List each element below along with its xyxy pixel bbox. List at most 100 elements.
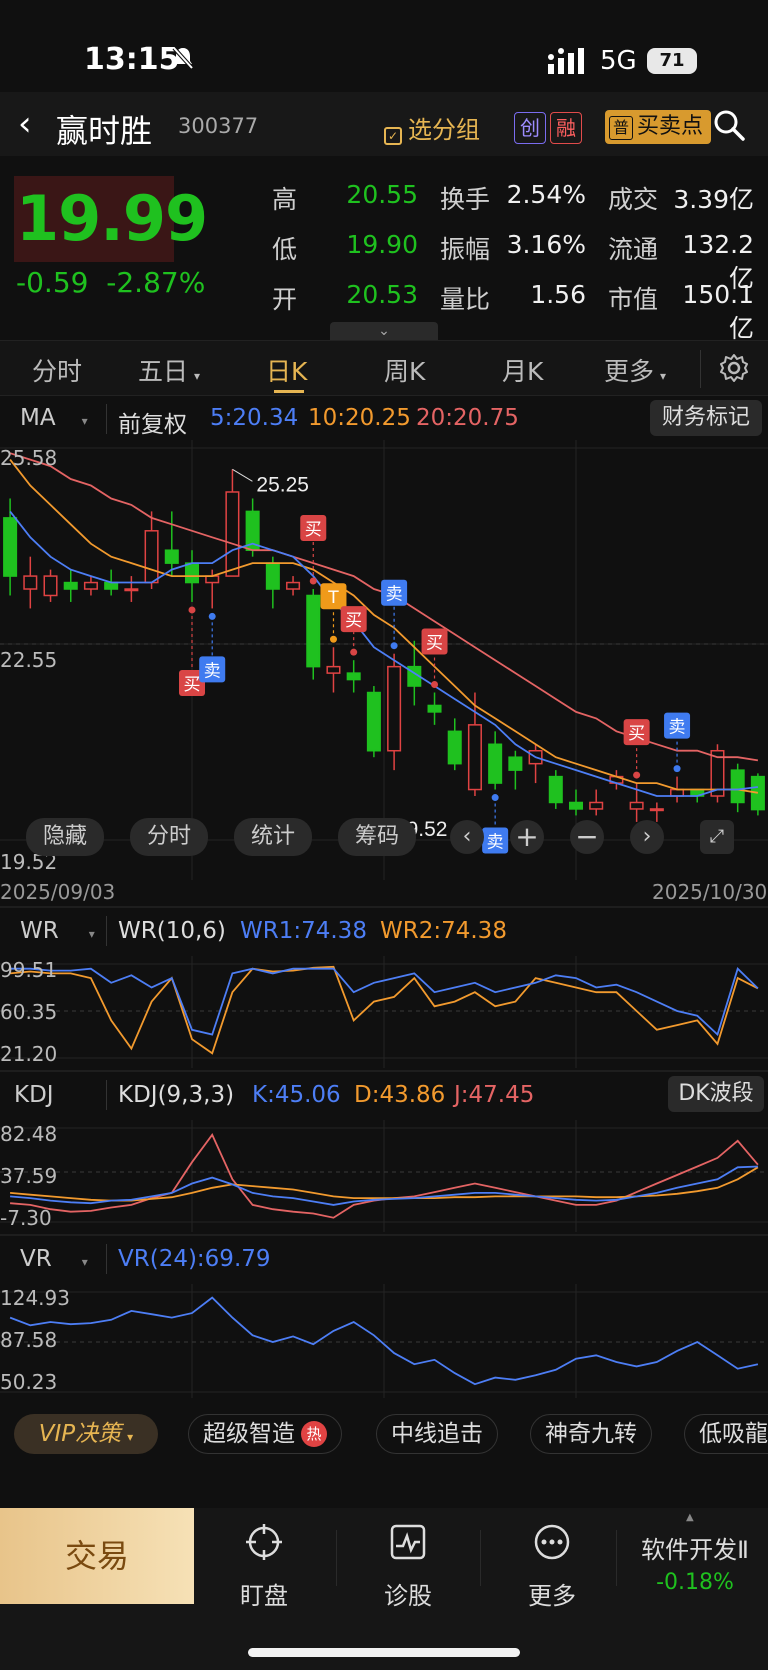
wr2-value: WR2:74.38: [380, 918, 507, 944]
candle-body: [568, 801, 584, 810]
ma-label: MA: [20, 405, 56, 431]
search-icon[interactable]: [712, 108, 746, 146]
candle-body: [23, 575, 38, 590]
signal-label: 买: [305, 520, 322, 540]
more-dots-icon[interactable]: [532, 1522, 572, 1562]
low-value: 19.90: [346, 230, 418, 259]
tab-five-day[interactable]: 五日 ▾: [138, 352, 200, 388]
signal-dot: [329, 635, 337, 643]
chip-super-manufacturing[interactable]: 超级智造热: [188, 1414, 342, 1454]
intraday-button[interactable]: 分时: [130, 818, 208, 856]
vr-tick-mid: 87.58: [0, 1328, 58, 1352]
dk-band-button[interactable]: DK波段: [668, 1076, 764, 1112]
home-indicator[interactable]: [248, 1648, 520, 1657]
volume-ratio-label: 量比: [440, 285, 491, 314]
current-price: 19.99: [16, 182, 208, 255]
vip-decision-button[interactable]: VIP决策 ▾: [14, 1414, 158, 1454]
expand-chevron-icon[interactable]: ⌄: [330, 322, 438, 340]
signal-dot: [390, 642, 398, 650]
watch-crosshair-icon[interactable]: [244, 1522, 284, 1562]
tab-weekly-k[interactable]: 周K: [384, 352, 425, 388]
scroll-right-icon[interactable]: ›: [630, 820, 664, 854]
ma-indicator-selector[interactable]: MA ▾: [20, 405, 88, 431]
ma20-value: 20:20.75: [416, 405, 519, 431]
wr-chart[interactable]: [0, 956, 768, 1068]
nav-watch-label[interactable]: 盯盘: [224, 1576, 304, 1611]
signal-dot: [491, 794, 499, 802]
kdj-selector[interactable]: KDJ: [14, 1082, 54, 1108]
pu-badge: 普: [609, 116, 633, 140]
turnover-label: 换手: [440, 185, 491, 214]
signal-label: 卖: [204, 661, 221, 681]
zoom-out-icon[interactable]: −: [570, 820, 604, 854]
mktcap-value: 150.1亿: [682, 280, 754, 343]
back-icon[interactable]: ‹: [18, 104, 32, 144]
tab-more[interactable]: 更多 ▾: [604, 352, 666, 388]
sector-name[interactable]: 软件开发Ⅱ: [630, 1530, 760, 1565]
nav-divider: [336, 1530, 337, 1586]
wr1-value: WR1:74.38: [240, 918, 367, 944]
kdj-chart[interactable]: [0, 1120, 768, 1232]
panel-divider: [0, 906, 768, 908]
signal-dot: [673, 765, 681, 773]
chip-low-buy[interactable]: 低吸龍: [684, 1414, 768, 1454]
candle-body: [730, 769, 745, 804]
nav-diagnose-label[interactable]: 诊股: [368, 1576, 448, 1611]
signal-dot: [633, 771, 641, 779]
status-bar: 13:15 5G 71: [0, 0, 768, 92]
chips-button[interactable]: 筹码: [338, 818, 416, 856]
tab-daily-k[interactable]: 日K: [266, 352, 307, 388]
dropdown-icon: ▾: [81, 1255, 88, 1269]
dropdown-icon: ▾: [660, 369, 667, 383]
bell-muted-icon: [172, 46, 194, 76]
chip-midline-chase[interactable]: 中线追击: [376, 1414, 498, 1454]
vr-chart[interactable]: [0, 1284, 768, 1398]
chinext-tag: 创: [514, 112, 546, 144]
candle-body: [306, 594, 321, 668]
diagnose-chart-icon[interactable]: [388, 1522, 428, 1562]
wr-selector[interactable]: WR ▾: [20, 918, 95, 944]
margin-tag: 融: [550, 112, 582, 144]
hide-button[interactable]: 隐藏: [26, 818, 104, 856]
scroll-left-icon[interactable]: ‹: [450, 820, 484, 854]
candle-body: [63, 581, 78, 590]
kline-chart[interactable]: 25.2519.52买卖买T买卖买卖买卖: [0, 440, 768, 880]
tab-monthly-k[interactable]: 月K: [502, 352, 543, 388]
adjust-mode[interactable]: 前复权: [118, 405, 187, 439]
candle-body: [326, 665, 341, 674]
wr-tick-top: 99.51: [0, 958, 58, 982]
tab-intraday[interactable]: 分时: [32, 352, 82, 388]
end-date: 2025/10/30: [652, 880, 768, 904]
price-change: -0.59 -2.87%: [16, 266, 205, 299]
open-value: 20.53: [346, 280, 418, 309]
chip-magic-nine[interactable]: 神奇九转: [530, 1414, 652, 1454]
vr-label: VR: [20, 1246, 52, 1272]
volume-ratio-value: 1.56: [530, 280, 586, 309]
settings-gear-icon[interactable]: [718, 352, 750, 388]
nav-more-label[interactable]: 更多: [512, 1576, 592, 1611]
stock-code: 300377: [178, 114, 259, 138]
signal-label: 买: [184, 675, 201, 695]
buy-sell-points-button[interactable]: 普买卖点: [605, 110, 712, 144]
active-tab-indicator: [274, 390, 304, 393]
kline-axis-mid: 22.55: [0, 648, 58, 672]
dropdown-icon: ▾: [88, 927, 95, 941]
statistics-button[interactable]: 统计: [234, 818, 312, 856]
candle-body: [43, 575, 58, 597]
candle-body: [184, 562, 200, 584]
candle-body: [649, 808, 664, 812]
mktcap-label: 市值: [608, 285, 659, 314]
chip-label: 超级智造: [203, 1421, 295, 1447]
financial-mark-button[interactable]: 财务标记: [650, 400, 762, 436]
change-value: -0.59: [16, 266, 89, 299]
vr-selector[interactable]: VR ▾: [20, 1246, 88, 1272]
tab-more-label: 更多: [604, 357, 655, 386]
wr-divider: [106, 916, 107, 946]
turnover-value: 2.54%: [506, 180, 586, 209]
zoom-in-icon[interactable]: +: [510, 820, 544, 854]
trade-button[interactable]: 交易: [0, 1508, 194, 1604]
candle-body: [144, 530, 159, 584]
fullscreen-icon[interactable]: ⤢: [700, 820, 734, 854]
select-group-button[interactable]: ✓ 选分组: [384, 110, 480, 145]
ma10-value: 10:20.25: [308, 405, 411, 431]
